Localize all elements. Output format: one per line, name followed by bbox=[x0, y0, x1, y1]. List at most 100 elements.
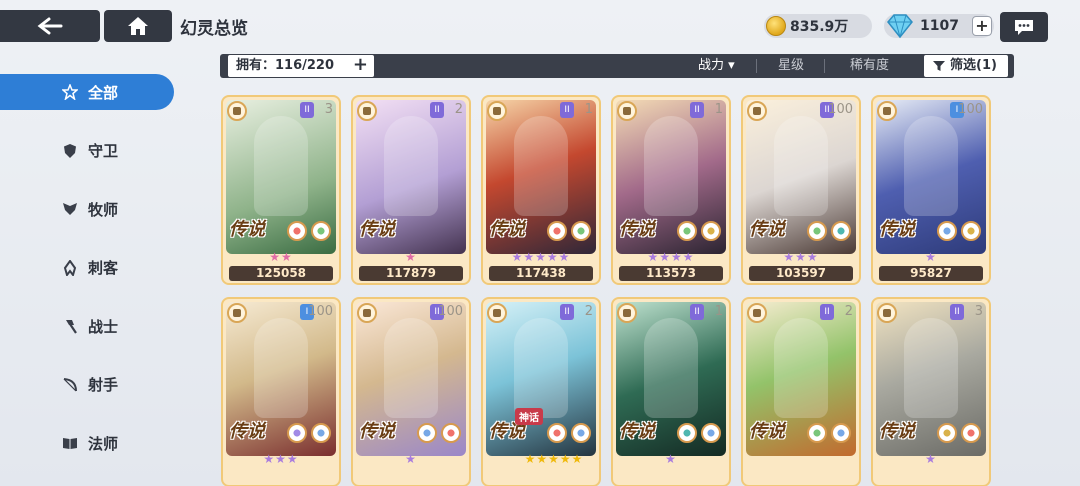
star-rating: ★★★★★ bbox=[524, 452, 584, 466]
sort-star-button[interactable]: 星级 bbox=[778, 54, 804, 78]
hero-card[interactable]: II 2 传说 bbox=[741, 297, 861, 486]
sort-power-button[interactable]: 战力 ▾ bbox=[698, 54, 735, 78]
element-badge: II bbox=[820, 304, 834, 320]
hero-level: 100 bbox=[828, 102, 853, 117]
element-badge: II bbox=[430, 102, 444, 118]
class-badge-icon bbox=[357, 303, 377, 323]
rarity-label: 传说 bbox=[619, 421, 655, 442]
star-rating: ★★★★ bbox=[647, 250, 695, 264]
sidebar-item-assassin[interactable]: 刺客 bbox=[0, 250, 180, 286]
hero-card[interactable]: II 100 传说 ★ bbox=[351, 297, 471, 486]
bow-icon bbox=[63, 377, 77, 391]
class-badge-icon bbox=[357, 101, 377, 121]
sidebar-item-archer[interactable]: 射手 bbox=[0, 367, 180, 403]
element-badge: II bbox=[560, 304, 574, 320]
hero-figure bbox=[254, 116, 308, 216]
hero-card[interactable]: II 2 传说 ★ 117879 bbox=[351, 95, 471, 285]
owned-count-label: 拥有：116/220 bbox=[236, 58, 335, 73]
leaf-skill-icon bbox=[571, 221, 591, 241]
back-button[interactable] bbox=[0, 10, 100, 42]
wing-skill-icon bbox=[961, 221, 981, 241]
fire-skill-icon bbox=[961, 423, 981, 443]
star-rating: ★★ bbox=[269, 250, 293, 264]
rarity-label: 传说 bbox=[879, 421, 915, 442]
star-rating: ★★★ bbox=[263, 452, 299, 466]
class-badge-icon bbox=[227, 101, 247, 121]
star-skill-icon bbox=[571, 423, 591, 443]
sidebar-item-mage[interactable]: 法师 bbox=[0, 425, 180, 461]
hero-card[interactable]: II 100 传说 ★★★ 103597 bbox=[741, 95, 861, 285]
shield-icon bbox=[64, 143, 76, 158]
hero-card[interactable]: II 3 传说 ★★ 125058 bbox=[221, 95, 341, 285]
class-badge-icon bbox=[487, 303, 507, 323]
wave-skill-icon bbox=[831, 221, 851, 241]
divider bbox=[756, 59, 757, 73]
add-gems-button[interactable]: + bbox=[972, 16, 992, 36]
all-star-icon bbox=[62, 84, 78, 100]
fire-skill-icon bbox=[547, 423, 567, 443]
hero-level: 1 bbox=[584, 102, 593, 117]
class-badge-icon bbox=[877, 101, 897, 121]
leaf-skill-icon bbox=[677, 221, 697, 241]
expand-capacity-icon[interactable]: + bbox=[353, 55, 368, 75]
hero-card[interactable]: II 1 传说 ★ bbox=[611, 297, 731, 486]
hero-figure bbox=[384, 318, 438, 418]
class-badge-icon bbox=[617, 101, 637, 121]
hero-card[interactable]: II 3 传说 ★ bbox=[871, 297, 991, 486]
axe-icon bbox=[66, 320, 77, 334]
hero-figure bbox=[644, 116, 698, 216]
sidebar-item-priest[interactable]: 牧师 bbox=[0, 191, 180, 227]
hero-level: 2 bbox=[454, 102, 463, 117]
hero-card[interactable]: I 100 传说 ★ 95827 bbox=[871, 95, 991, 285]
myth-tag: 神话 bbox=[515, 408, 543, 425]
home-icon bbox=[128, 17, 148, 35]
gem-amount: 1107 bbox=[920, 18, 959, 34]
hero-card[interactable]: II 1 传说 ★★★★ 113573 bbox=[611, 95, 731, 285]
wing-skill-icon bbox=[937, 423, 957, 443]
rarity-label: 传说 bbox=[619, 219, 655, 240]
filter-funnel-icon bbox=[933, 61, 945, 71]
gem-counter: 1107 + bbox=[884, 14, 994, 39]
hero-figure bbox=[384, 116, 438, 216]
star-rating: ★ bbox=[925, 452, 937, 466]
wings-icon bbox=[63, 203, 77, 215]
sidebar-item-all[interactable]: 全部 bbox=[0, 74, 174, 110]
power-value: 117438 bbox=[489, 266, 593, 281]
dagger-icon bbox=[63, 259, 77, 276]
star-skill-icon bbox=[937, 221, 957, 241]
sidebar-item-label: 刺客 bbox=[88, 259, 119, 277]
element-badge: II bbox=[690, 102, 704, 118]
sidebar-item-guard[interactable]: 守卫 bbox=[0, 133, 180, 169]
hero-level: 1 bbox=[714, 102, 723, 117]
power-value: 103597 bbox=[749, 266, 853, 281]
hero-figure bbox=[904, 318, 958, 418]
gem-icon bbox=[887, 14, 913, 39]
sidebar-item-warrior[interactable]: 战士 bbox=[0, 308, 180, 344]
element-badge: II bbox=[690, 304, 704, 320]
hero-card[interactable]: II 1 传说 ★★★★★ 117438 bbox=[481, 95, 601, 285]
star-rating: ★ bbox=[925, 250, 937, 264]
gold-coin-icon bbox=[766, 16, 786, 36]
filter-button[interactable]: 筛选(1) bbox=[924, 55, 1008, 77]
hero-card[interactable]: II 2 传说 神话 ★★★★★ bbox=[481, 297, 601, 486]
rarity-label: 传说 bbox=[359, 219, 395, 240]
rarity-label: 传说 bbox=[229, 219, 265, 240]
chat-button[interactable] bbox=[1000, 12, 1048, 42]
class-badge-icon bbox=[747, 101, 767, 121]
hero-figure bbox=[774, 116, 828, 216]
owned-count[interactable]: 拥有：116/220 + bbox=[228, 55, 374, 77]
power-value: 117879 bbox=[359, 266, 463, 281]
power-value: 95827 bbox=[879, 266, 983, 281]
star-rating: ★★★ bbox=[783, 250, 819, 264]
fire-skill-icon bbox=[547, 221, 567, 241]
hero-figure bbox=[514, 116, 568, 216]
gold-counter: 835.9万 bbox=[764, 14, 872, 38]
home-button[interactable] bbox=[104, 10, 172, 42]
power-value: 113573 bbox=[619, 266, 723, 281]
element-badge: II bbox=[950, 304, 964, 320]
leaf-skill-icon bbox=[807, 221, 827, 241]
hero-card[interactable]: I 100 传说 ★★★ bbox=[221, 297, 341, 486]
rarity-label: 传说 bbox=[489, 219, 525, 240]
sort-rarity-button[interactable]: 稀有度 bbox=[850, 54, 889, 78]
class-sidebar: 全部 守卫 牧师 刺客 战士 射手 法师 bbox=[0, 74, 180, 484]
